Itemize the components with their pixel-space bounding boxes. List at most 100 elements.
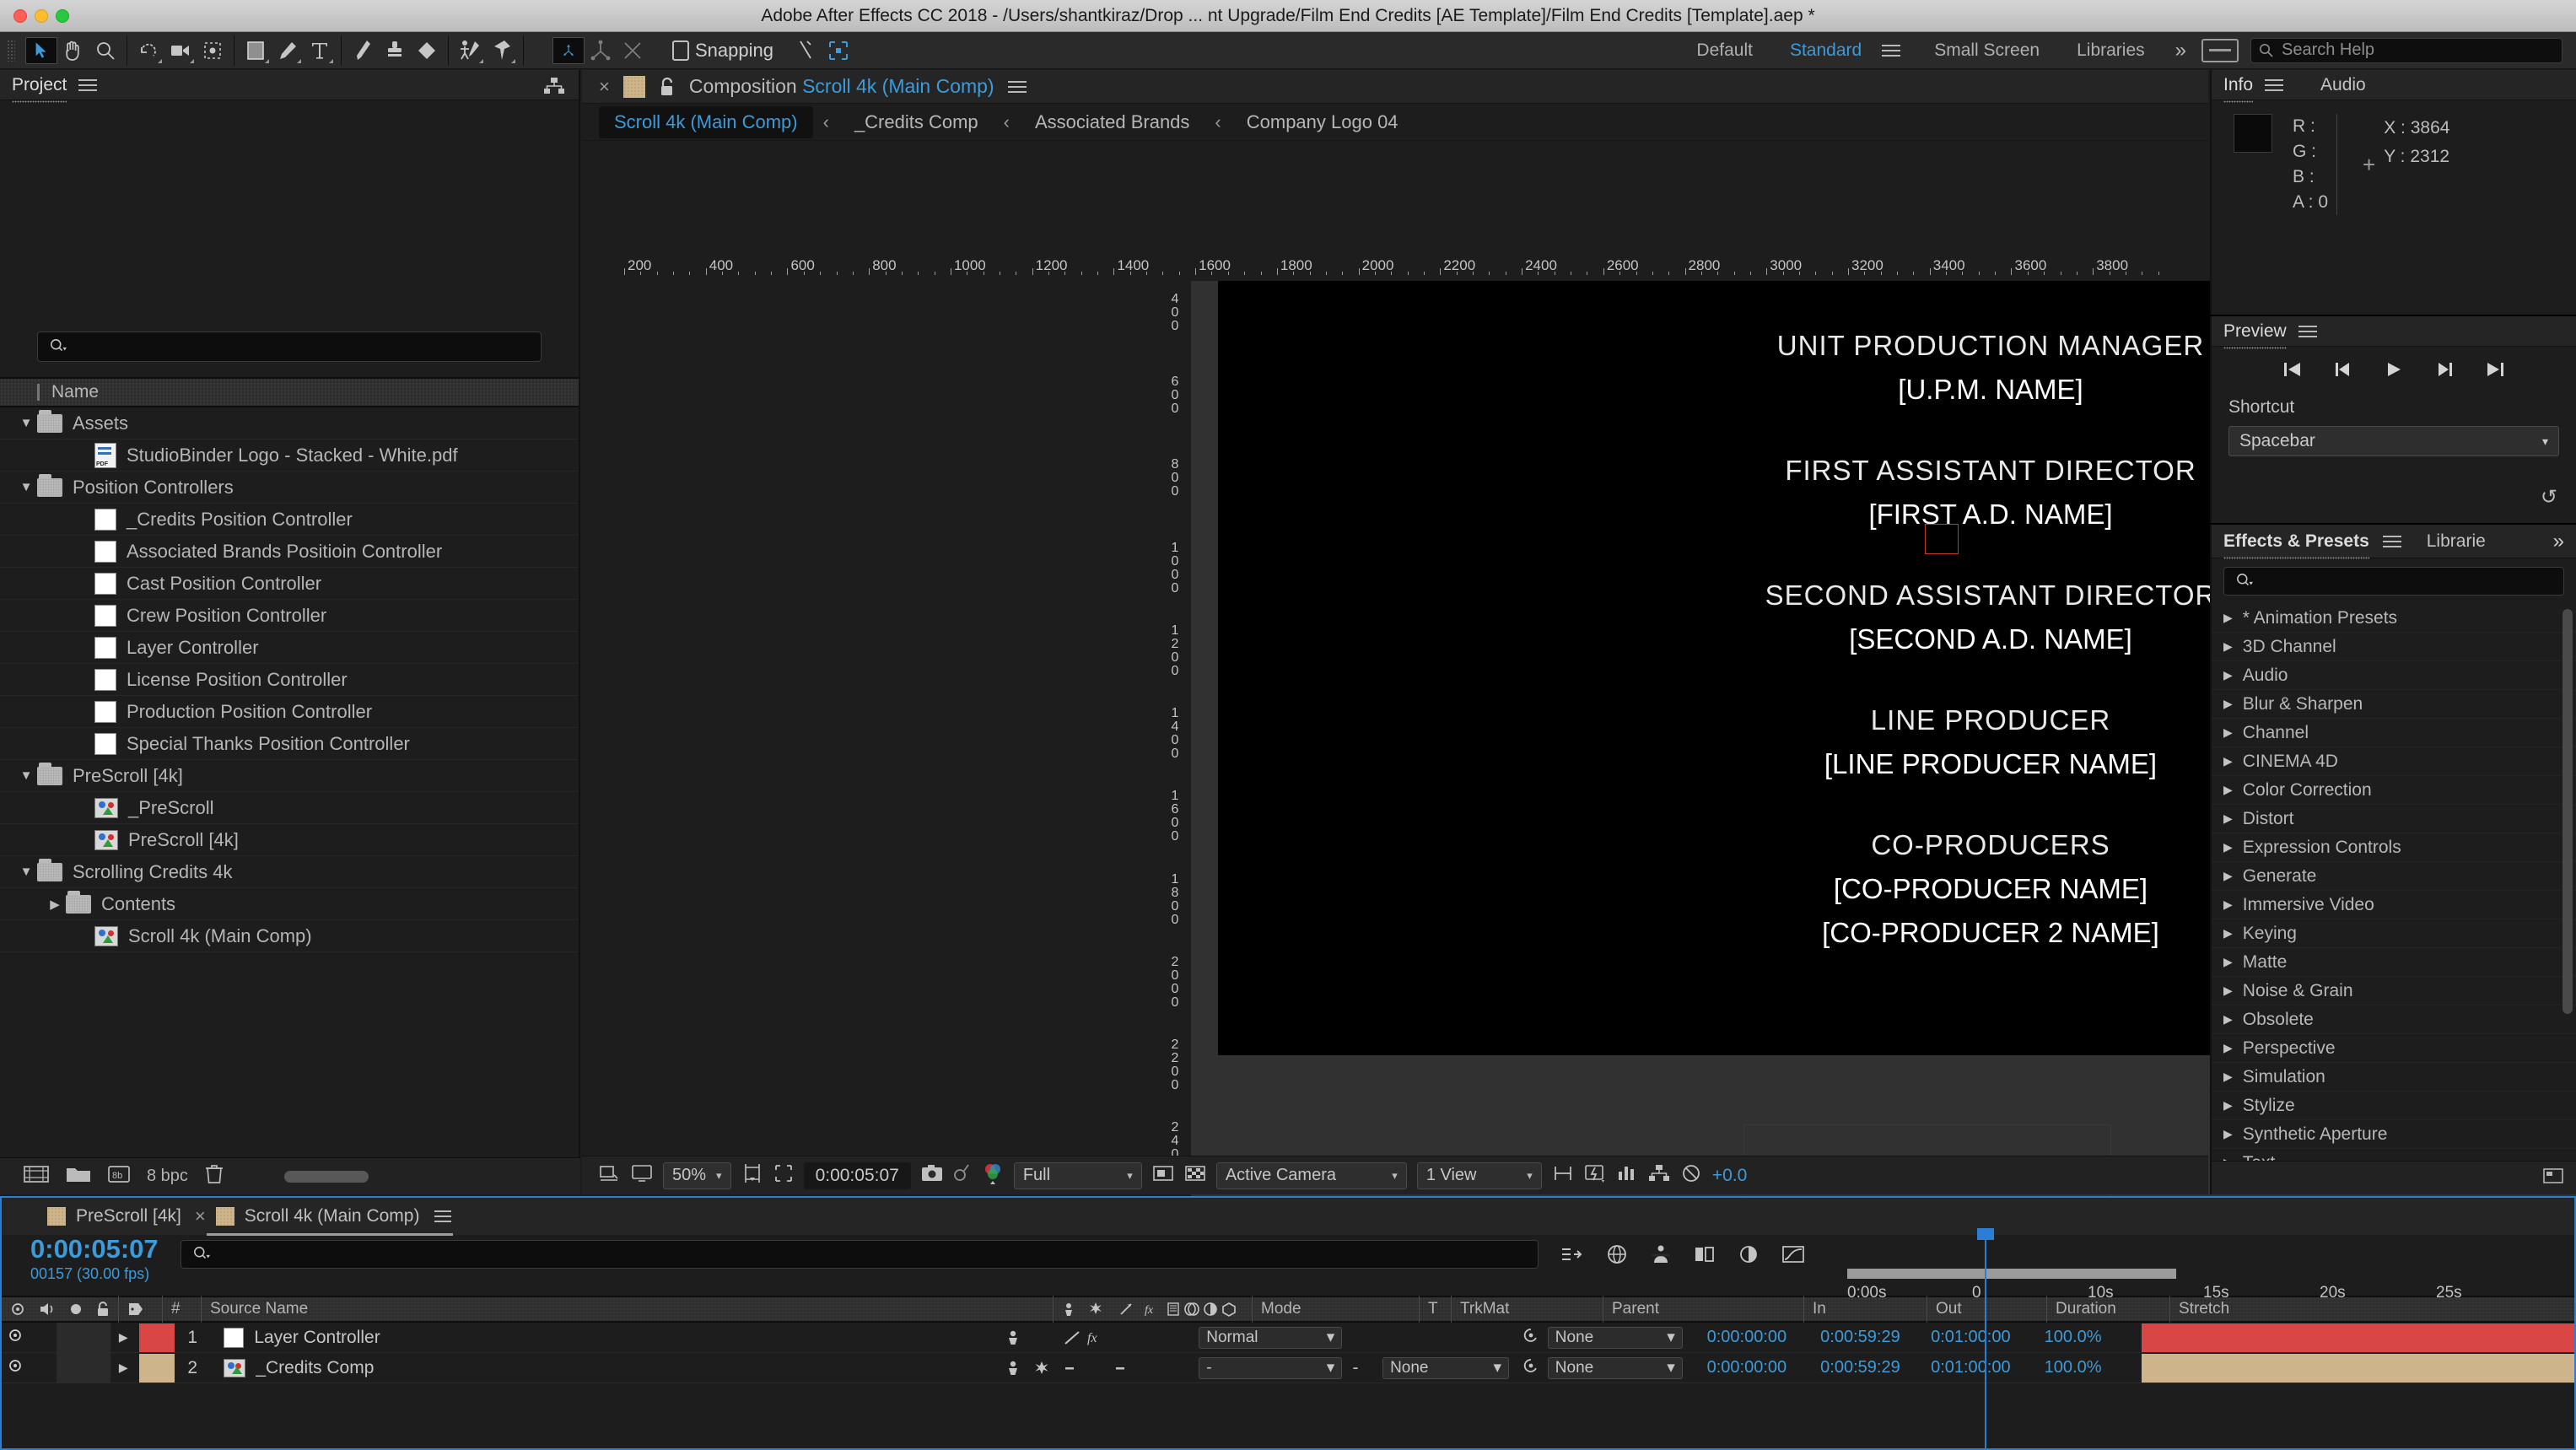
project-item[interactable]: Layer Controller	[0, 632, 579, 664]
exposure-value[interactable]: +0.0	[1712, 1166, 1747, 1186]
rectangle-tool-button[interactable]	[240, 35, 272, 66]
twirl-arrow-icon[interactable]: ▼	[15, 865, 37, 879]
effect-category-row[interactable]: ▶ Simulation	[2212, 1063, 2576, 1092]
local-axis-mode-button[interactable]	[552, 36, 585, 64]
main-viewer-icon[interactable]	[631, 1163, 653, 1189]
effect-category-row[interactable]: ▶ Immersive Video	[2212, 891, 2576, 919]
view-axis-mode-button[interactable]	[617, 35, 649, 66]
effect-category-row[interactable]: ▶ Keying	[2212, 919, 2576, 948]
layer-duration-bar[interactable]	[2142, 1323, 2574, 1352]
twirl-arrow-icon[interactable]: ▶	[2223, 1012, 2233, 1027]
layer-visibility-toggle[interactable]	[2, 1358, 28, 1378]
new-comp-icon[interactable]	[24, 1164, 49, 1189]
project-item[interactable]: Scroll 4k (Main Comp)	[0, 920, 579, 952]
project-item[interactable]: Special Thanks Position Controller	[0, 728, 579, 760]
project-search-input[interactable]	[37, 332, 542, 362]
twirl-arrow-icon[interactable]: ▶	[2223, 697, 2233, 711]
timeline-graph-icon[interactable]	[1616, 1163, 1638, 1189]
toolbar-drag-handle[interactable]	[7, 39, 15, 62]
twirl-arrow-icon[interactable]: ▶	[2223, 984, 2233, 998]
layer-duration-bar[interactable]	[2142, 1353, 2574, 1383]
breadcrumb[interactable]: Scroll 4k (Main Comp) ‹ _Credits Comp ‹ Asso…	[582, 104, 2208, 141]
layer-twirl-arrow-icon[interactable]: ▶	[110, 1323, 139, 1353]
layer-twirl-arrow-icon[interactable]: ▶	[110, 1353, 139, 1383]
twirl-arrow-icon[interactable]: ▶	[2223, 1041, 2233, 1055]
reset-preview-icon[interactable]: ↺	[2541, 485, 2557, 509]
effect-category-row[interactable]: ▶ Generate	[2212, 862, 2576, 891]
snapping-toggle[interactable]: Snapping	[672, 40, 773, 62]
layer-in-point[interactable]: 0:00:00:00	[1699, 1323, 1813, 1353]
twirl-arrow-icon[interactable]: ▶	[2223, 1070, 2233, 1084]
twirl-arrow-icon[interactable]: ▶	[2223, 668, 2233, 682]
col-trkmat-header[interactable]: TrkMat	[1451, 1296, 1603, 1323]
layer-switches[interactable]	[996, 1353, 1190, 1383]
layer-audio-toggle[interactable]	[28, 1323, 57, 1353]
zoom-tool-button[interactable]	[89, 35, 121, 66]
rotation-tool-button[interactable]	[132, 35, 164, 66]
project-item[interactable]: ▼ Scrolling Credits 4k	[0, 856, 579, 888]
layer-out-point[interactable]: 0:00:59:29	[1812, 1323, 1922, 1353]
twirl-arrow-icon[interactable]: ▶	[2223, 926, 2233, 941]
search-help-field[interactable]: Search Help	[2250, 37, 2563, 63]
effect-category-row[interactable]: ▶ 3D Channel	[2212, 633, 2576, 661]
parent-pickwhip-icon[interactable]	[1522, 1357, 1539, 1379]
timeline-tab[interactable]: PreScroll [4k]	[47, 1206, 181, 1226]
col-parent-header[interactable]: Parent	[1603, 1296, 1803, 1323]
twirl-arrow-icon[interactable]: ▶	[2223, 811, 2233, 826]
resolution-fit-icon[interactable]	[741, 1162, 763, 1189]
text-tool-button[interactable]	[304, 35, 336, 66]
timeline-tabs[interactable]: PreScroll [4k] × Scroll 4k (Main Comp)	[2, 1198, 2574, 1236]
workspace-overflow-button[interactable]: »	[2164, 39, 2198, 62]
layer-parent-select[interactable]: None ▾	[1547, 1356, 1683, 1379]
enable-frame-blending-icon[interactable]	[1694, 1244, 1716, 1269]
hand-tool-button[interactable]	[57, 35, 89, 66]
layer-stretch[interactable]: 100.0%	[2036, 1323, 2142, 1353]
tab-audio[interactable]: Audio	[2320, 75, 2366, 95]
twirl-arrow-icon[interactable]: ▶	[2223, 725, 2233, 740]
table-row[interactable]: ▶ 2 _Credits Comp - ▾ - None ▾ None ▾ 0:00:00:00 0:…	[2, 1352, 2574, 1383]
effect-category-row[interactable]: ▶ Audio	[2212, 661, 2576, 690]
info-panel-menu-icon[interactable]	[2265, 76, 2284, 94]
col-number-header[interactable]: #	[162, 1296, 201, 1323]
comp-flowchart-icon[interactable]	[1648, 1163, 1670, 1189]
pan-behind-tool-button[interactable]	[197, 35, 229, 66]
preview-panel-menu-icon[interactable]	[2298, 322, 2317, 341]
last-frame-button[interactable]	[2484, 360, 2506, 384]
brush-tool-button[interactable]	[347, 35, 379, 66]
layer-lock-toggle[interactable]	[82, 1322, 110, 1353]
tab-info[interactable]: Info	[2223, 75, 2254, 103]
workspace-libraries[interactable]: Libraries	[2058, 40, 2164, 61]
effects-category-list[interactable]: ▶ * Animation Presets ▶ 3D Channel ▶ Audio ▶ Bl…	[2212, 604, 2576, 1186]
camera-view-select[interactable]: Active Camera ▾	[1215, 1162, 1407, 1189]
twirl-arrow-icon[interactable]: ▶	[2223, 783, 2233, 797]
workspace-menu-icon[interactable]	[1882, 41, 1901, 60]
twirl-arrow-icon[interactable]: ▼	[15, 480, 37, 494]
effects-search-input[interactable]	[2223, 567, 2564, 596]
playhead[interactable]	[1977, 1228, 1994, 1450]
view-layout-select[interactable]: 1 View ▾	[1416, 1162, 1542, 1189]
effects-scrollbar[interactable]	[2563, 609, 2573, 1014]
column-layout-icon[interactable]	[543, 77, 565, 100]
layer-solo-toggle[interactable]	[56, 1322, 83, 1353]
new-folder-icon[interactable]	[66, 1164, 91, 1189]
pen-tool-button[interactable]	[272, 35, 304, 66]
twirl-arrow-icon[interactable]: ▶	[2223, 869, 2233, 883]
show-snapshot-icon[interactable]	[953, 1163, 972, 1189]
channels-icon[interactable]	[982, 1162, 1004, 1189]
layer-list[interactable]: ▶ 1 Layer Controller fx Normal ▾ None ▾ 0:00:00:…	[2, 1322, 2574, 1383]
twirl-arrow-icon[interactable]: ▶	[2223, 611, 2233, 625]
layer-solo-toggle[interactable]	[56, 1352, 83, 1383]
snap-to-bounds-icon[interactable]	[822, 35, 854, 66]
breadcrumb-item[interactable]: Company Logo 04	[1231, 106, 1414, 138]
workspace-standard[interactable]: Standard	[1771, 40, 1880, 61]
tab-preview[interactable]: Preview	[2223, 321, 2287, 349]
project-item[interactable]: Cast Position Controller	[0, 568, 579, 600]
table-row[interactable]: ▶ 1 Layer Controller fx Normal ▾ None ▾ 0:00:00:…	[2, 1322, 2574, 1353]
col-label-icon[interactable]	[118, 1296, 162, 1323]
draft-3d-icon[interactable]	[1606, 1243, 1628, 1270]
twirl-arrow-icon[interactable]: ▶	[2223, 639, 2233, 654]
parent-pickwhip-icon[interactable]	[1522, 1327, 1539, 1349]
layer-label-color[interactable]	[138, 1323, 175, 1352]
timeline-ruler[interactable]: 0:00s 0 10s 15s 20s 25s	[1847, 1275, 2564, 1309]
layer-t-value[interactable]	[1344, 1323, 1374, 1353]
